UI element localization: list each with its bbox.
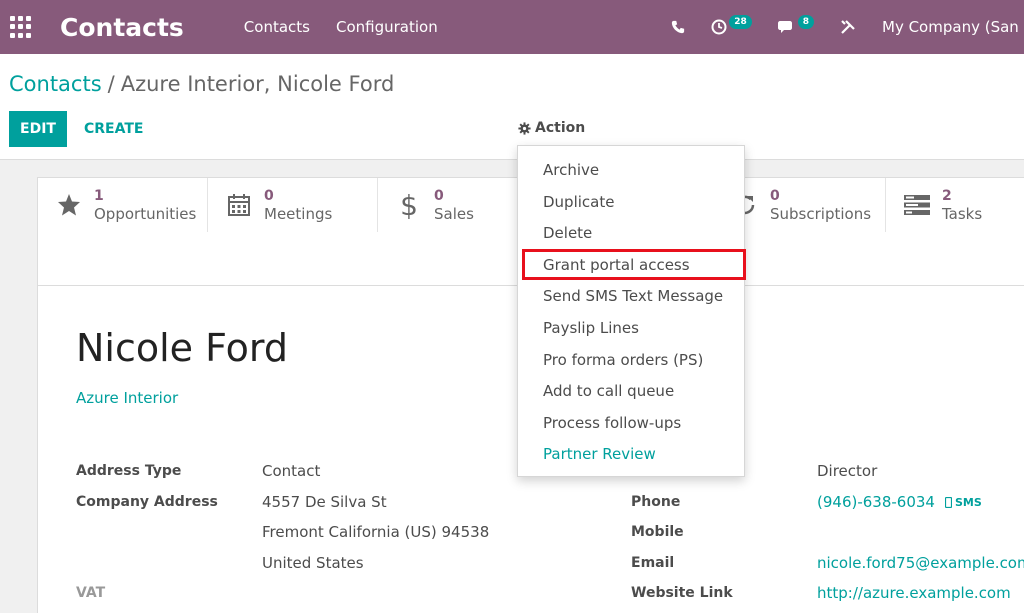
company-address-label: Company Address	[76, 494, 218, 510]
action-label: Action	[535, 120, 586, 136]
phone-link[interactable]: (946)-638-6034	[817, 493, 935, 511]
activity-menu[interactable]: 28	[711, 15, 752, 35]
create-button[interactable]: CREATE	[84, 111, 143, 147]
gear-icon	[518, 121, 531, 135]
mobile-icon	[945, 497, 952, 508]
website-label: Website Link	[631, 585, 733, 601]
menu-item-send-sms[interactable]: Send SMS Text Message	[543, 287, 723, 305]
app-title: Contacts	[60, 12, 184, 42]
grant-portal-access-highlight	[522, 249, 746, 280]
phone-label: Phone	[631, 494, 681, 510]
subscriptions-count: 0	[770, 188, 780, 204]
sms-button[interactable]: SMS	[945, 496, 982, 509]
comments-icon	[777, 21, 792, 33]
action-dropdown-menu: Archive Duplicate Delete Grant portal ac…	[517, 145, 746, 477]
meetings-label: Meetings	[264, 205, 333, 223]
breadcrumb-current: Azure Interior, Nicole Ford	[120, 72, 395, 96]
address-type-label: Address Type	[76, 463, 182, 479]
navbar-systray: 28 8 My Company (San Francisco)	[671, 0, 1024, 54]
menu-item-delete[interactable]: Delete	[543, 224, 592, 242]
subscriptions-label: Subscriptions	[770, 205, 872, 223]
top-navbar: Contacts Contacts Configuration 28 8 My …	[0, 0, 1024, 54]
breadcrumb: Contacts / Azure Interior, Nicole Ford	[9, 72, 394, 96]
menu-item-partner-review[interactable]: Partner Review	[543, 445, 656, 463]
tasks-count: 2	[942, 188, 952, 204]
menu-item-duplicate[interactable]: Duplicate	[543, 193, 614, 211]
menu-configuration[interactable]: Configuration	[336, 18, 438, 36]
job-position-value: Director	[817, 462, 878, 480]
address-city-line: Fremont California (US) 94538	[262, 523, 490, 541]
star-icon	[54, 193, 84, 217]
action-dropdown-toggle[interactable]: Action	[518, 120, 585, 136]
meetings-button[interactable]: 0 Meetings	[208, 178, 378, 232]
sales-count: 0	[434, 188, 444, 204]
menu-item-pro-forma-orders[interactable]: Pro forma orders (PS)	[543, 351, 703, 369]
meetings-count: 0	[264, 188, 274, 204]
tasks-label: Tasks	[942, 205, 983, 223]
sales-label: Sales	[434, 205, 474, 223]
email-label: Email	[631, 555, 675, 571]
menu-item-add-to-call-queue[interactable]: Add to call queue	[543, 382, 674, 400]
website-link[interactable]: http://azure.example.com	[817, 584, 1011, 602]
clock-icon	[711, 19, 727, 35]
address-country: United States	[262, 554, 364, 572]
breadcrumb-contacts-link[interactable]: Contacts	[9, 72, 102, 96]
menu-item-archive[interactable]: Archive	[543, 161, 599, 179]
address-type-value: Contact	[262, 462, 321, 480]
dollar-icon: $	[400, 188, 418, 222]
messaging-menu[interactable]: 8	[777, 15, 814, 35]
tasks-icon	[902, 194, 932, 216]
phone-icon[interactable]	[671, 20, 685, 34]
vat-label: VAT	[76, 585, 106, 601]
tasks-button[interactable]: 2 Tasks	[886, 178, 1024, 232]
email-link[interactable]: nicole.ford75@example.com	[817, 554, 1024, 572]
company-switcher[interactable]: My Company (San Francisco)	[882, 18, 1024, 36]
messages-badge: 8	[797, 15, 814, 29]
sms-label: SMS	[955, 496, 982, 509]
opportunities-button[interactable]: 1 Opportunities	[38, 178, 208, 232]
activity-badge: 28	[729, 15, 752, 29]
address-street: 4557 De Silva St	[262, 493, 387, 511]
opportunities-count: 1	[94, 188, 104, 204]
control-panel: Contacts / Azure Interior, Nicole Ford EDI…	[0, 54, 1024, 160]
menu-contacts[interactable]: Contacts	[244, 18, 310, 36]
breadcrumb-separator: /	[107, 72, 115, 96]
edit-button[interactable]: EDIT	[9, 111, 67, 147]
debug-tools-icon[interactable]	[840, 19, 856, 35]
partner-name: Nicole Ford	[76, 326, 288, 370]
mobile-label: Mobile	[631, 524, 684, 540]
calendar-icon	[224, 193, 254, 217]
menu-item-process-follow-ups[interactable]: Process follow-ups	[543, 414, 681, 432]
apps-menu-icon[interactable]	[10, 16, 32, 38]
parent-company-link[interactable]: Azure Interior	[76, 389, 178, 407]
opportunities-label: Opportunities	[94, 205, 197, 223]
menu-item-payslip-lines[interactable]: Payslip Lines	[543, 319, 639, 337]
